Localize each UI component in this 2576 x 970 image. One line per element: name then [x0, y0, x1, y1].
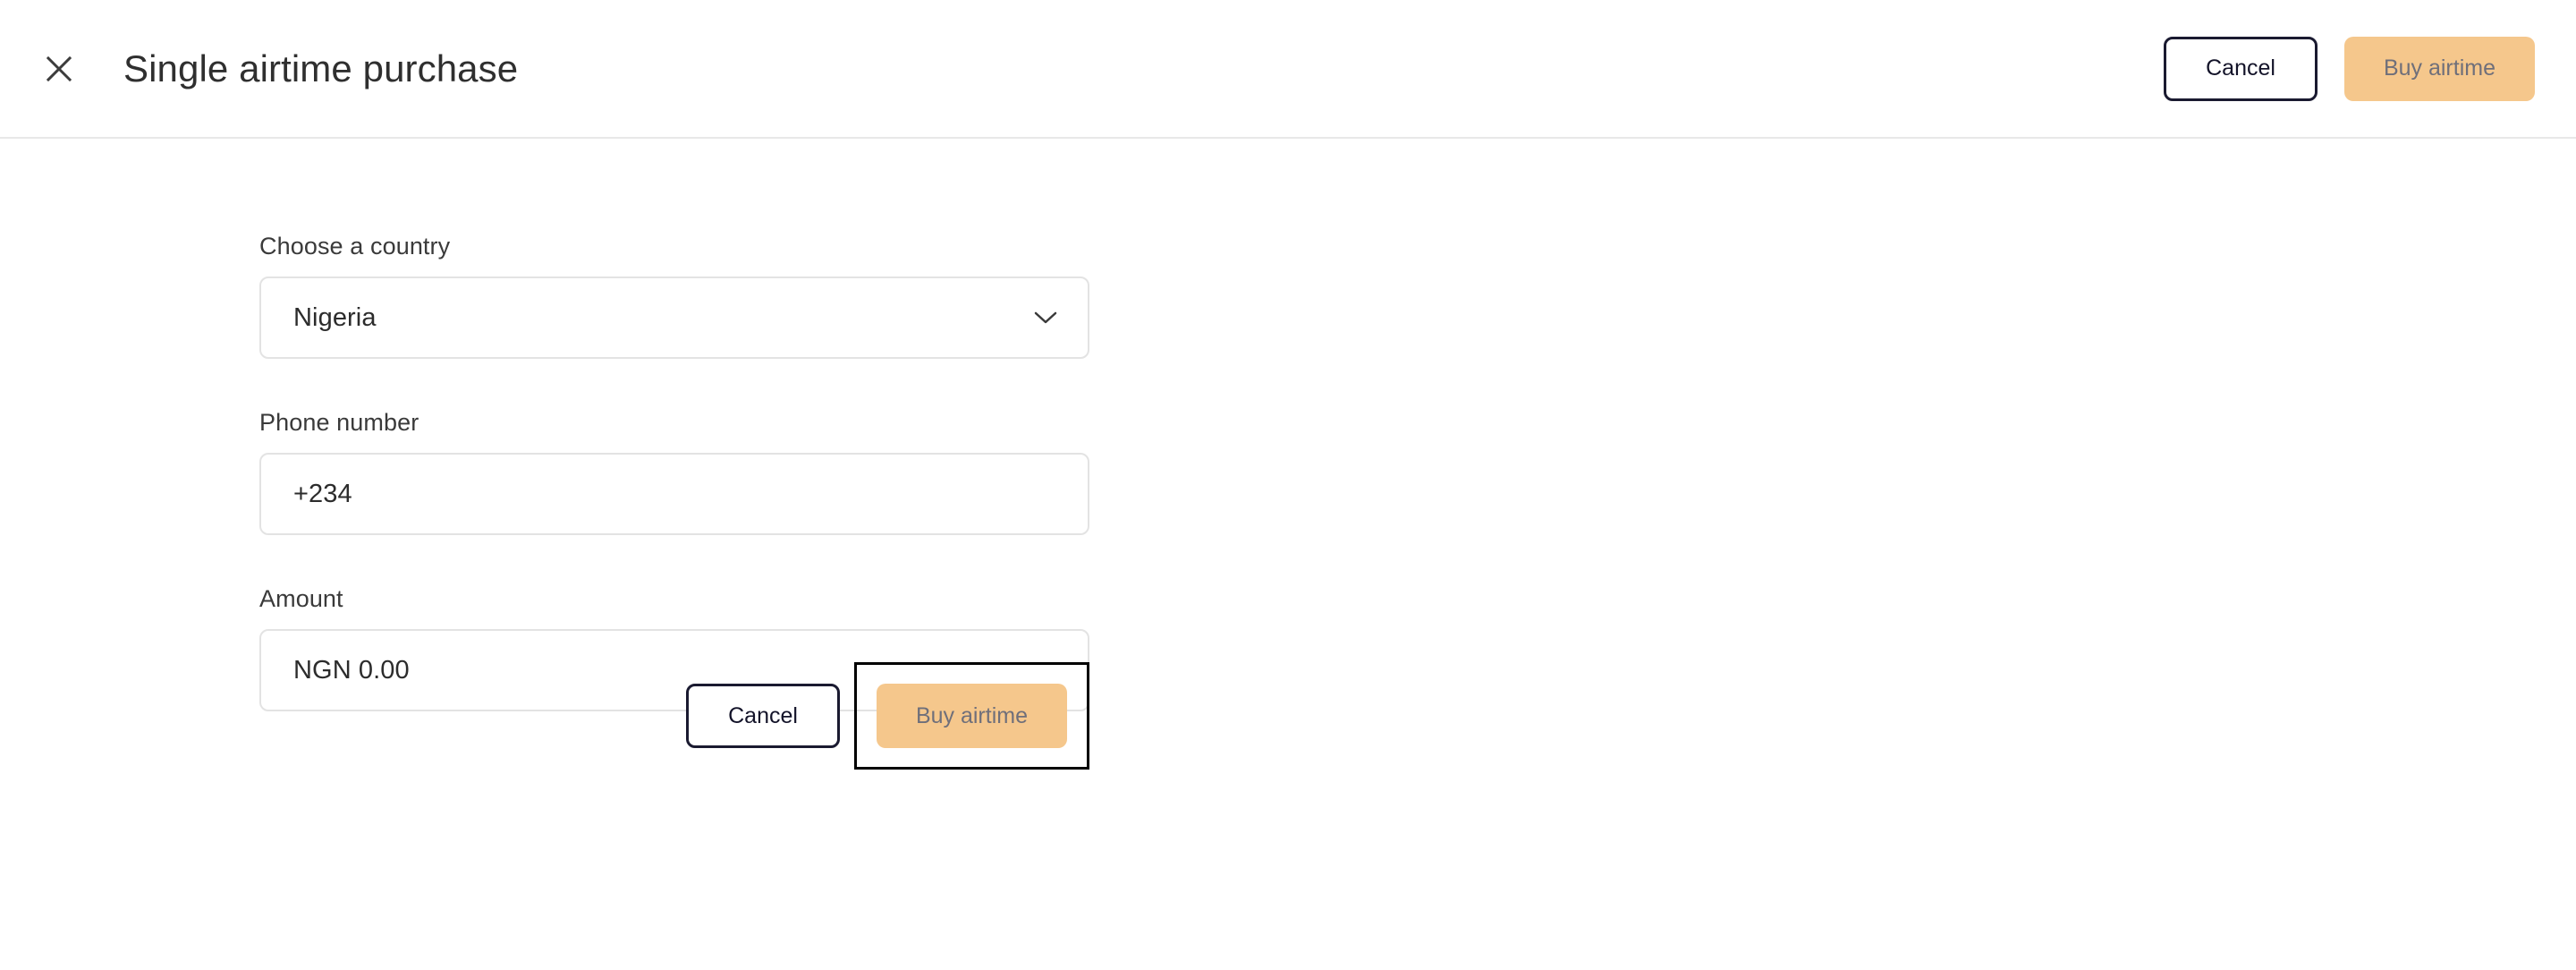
header-buy-airtime-button[interactable]: Buy airtime	[2343, 36, 2535, 101]
phone-number-label: Phone number	[259, 409, 419, 436]
app-header: Single airtime purchase Cancel Buy airti…	[0, 0, 2576, 139]
amount-label: Amount	[259, 585, 343, 612]
country-selected-value: Nigeria	[293, 302, 377, 332]
close-button[interactable]	[34, 44, 84, 94]
close-icon	[44, 54, 74, 84]
form-footer-actions: Cancel Buy airtime	[259, 662, 1089, 770]
phone-number-value: +234	[293, 479, 352, 508]
airtime-purchase-form: Choose a country Nigeria Phone number +2…	[259, 233, 1089, 711]
field-group-country: Choose a country Nigeria	[259, 233, 1089, 359]
country-select[interactable]: Nigeria	[259, 277, 1089, 359]
country-label: Choose a country	[259, 233, 451, 260]
page-title: Single airtime purchase	[123, 47, 519, 89]
header-cancel-button[interactable]: Cancel	[2164, 36, 2318, 101]
footer-cancel-button[interactable]: Cancel	[686, 684, 840, 748]
footer-cancel-slot: Cancel	[686, 684, 840, 748]
focus-ring: Buy airtime	[853, 662, 1089, 770]
phone-number-input[interactable]: +234	[259, 453, 1089, 535]
main-content: Choose a country Nigeria Phone number +2…	[0, 139, 2576, 970]
field-group-phone: Phone number +234	[259, 409, 1089, 535]
footer-buy-airtime-button[interactable]: Buy airtime	[876, 684, 1067, 748]
chevron-down-icon	[1034, 311, 1057, 325]
header-actions: Cancel Buy airtime	[2164, 36, 2535, 101]
